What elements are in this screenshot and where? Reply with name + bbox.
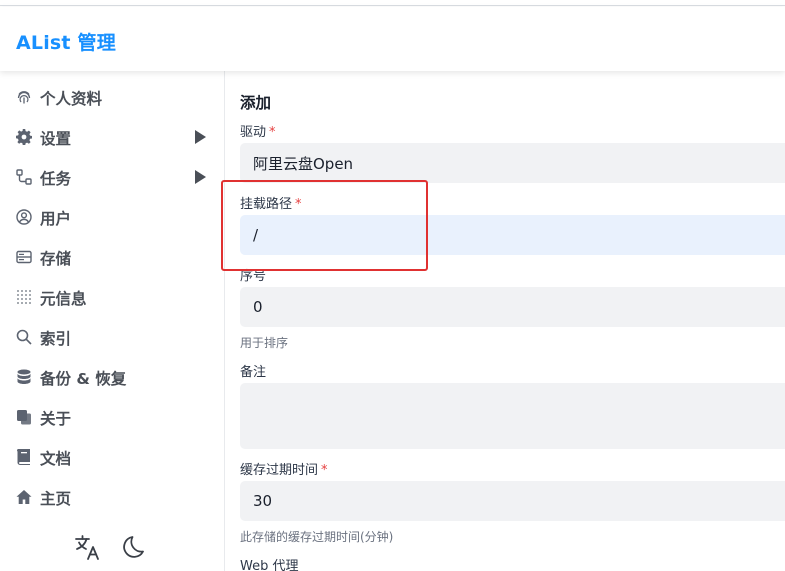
- mount-path-input[interactable]: /: [240, 215, 785, 255]
- app-header: AList 管理: [0, 7, 785, 71]
- sidebar-item-label: 任务: [40, 170, 72, 188]
- sidebar-item-label: 存储: [40, 250, 72, 268]
- moon-icon[interactable]: [122, 533, 150, 561]
- web-proxy-label: Web 代理: [240, 559, 299, 571]
- cache-expiration-helper: 此存储的缓存过期时间(分钟): [240, 530, 394, 544]
- sidebar: 个人资料 设置 任务 用户 存储 元信息 索引 备份 & 恢复 关于 文档 主页: [0, 71, 225, 571]
- sidebar-item-metas[interactable]: 元信息: [0, 277, 225, 317]
- sidebar-item-label: 关于: [40, 410, 72, 428]
- required-mark: *: [295, 197, 302, 212]
- form-heading: 添加: [240, 94, 272, 112]
- storage-icon: [16, 250, 32, 264]
- driver-label: 驱动 *: [240, 125, 276, 140]
- database-icon: [17, 369, 31, 384]
- sidebar-footer: [74, 533, 154, 563]
- caret-right-icon[interactable]: [194, 130, 206, 144]
- sidebar-item-home[interactable]: 主页: [0, 477, 225, 517]
- sidebar-item-about[interactable]: 关于: [0, 397, 225, 437]
- sidebar-item-backup-restore[interactable]: 备份 & 恢复: [0, 357, 225, 397]
- sidebar-item-storage[interactable]: 存储: [0, 237, 225, 277]
- mount-path-label: 挂载路径 *: [240, 197, 302, 212]
- window-top-edge: [0, 0, 785, 6]
- cache-expiration-label: 缓存过期时间 *: [240, 463, 328, 478]
- cache-expiration-value: 30: [253, 492, 273, 510]
- app-title[interactable]: AList 管理: [16, 28, 116, 55]
- sidebar-item-profile[interactable]: 个人资料: [0, 77, 225, 117]
- sidebar-item-tasks[interactable]: 任务: [0, 157, 225, 197]
- order-input[interactable]: 0: [240, 287, 785, 327]
- user-circle-icon: [16, 209, 32, 225]
- sidebar-item-label: 主页: [40, 490, 72, 508]
- home-icon: [16, 490, 32, 504]
- required-mark: *: [321, 463, 328, 478]
- remark-textarea[interactable]: [240, 383, 785, 449]
- sidebar-item-index[interactable]: 索引: [0, 317, 225, 357]
- book-icon: [17, 449, 30, 465]
- sidebar-item-label: 设置: [40, 130, 72, 148]
- caret-right-icon[interactable]: [194, 170, 206, 184]
- driver-select[interactable]: 阿里云盘Open: [240, 143, 785, 183]
- copy-icon: [17, 410, 31, 425]
- translate-icon[interactable]: [74, 533, 102, 561]
- flow-icon: [16, 169, 32, 185]
- required-mark: *: [269, 125, 276, 140]
- sidebar-item-label: 备份 & 恢复: [40, 370, 127, 388]
- sidebar-item-label: 元信息: [40, 290, 87, 308]
- gear-icon: [16, 129, 32, 145]
- sidebar-item-label: 个人资料: [40, 90, 103, 108]
- mount-path-value: /: [253, 226, 259, 244]
- sidebar-item-label: 索引: [40, 330, 72, 348]
- order-helper: 用于排序: [240, 336, 289, 350]
- main-content: 添加 驱动 * 阿里云盘Open 挂载路径 * / 序号 0 用于排序 备注 缓存过…: [226, 71, 785, 571]
- sidebar-item-label: 文档: [40, 450, 72, 468]
- dots-grid-icon: [17, 290, 31, 304]
- cache-expiration-input[interactable]: 30: [240, 481, 785, 521]
- fingerprint-icon: [17, 91, 31, 104]
- sidebar-item-docs[interactable]: 文档: [0, 437, 225, 477]
- remark-label: 备注: [240, 365, 267, 380]
- driver-value: 阿里云盘Open: [253, 154, 354, 173]
- sidebar-item-label: 用户: [40, 210, 72, 228]
- sidebar-item-users[interactable]: 用户: [0, 197, 225, 237]
- order-label: 序号: [240, 269, 267, 284]
- search-icon: [16, 329, 32, 345]
- sidebar-item-settings[interactable]: 设置: [0, 117, 225, 157]
- order-value: 0: [253, 298, 263, 316]
